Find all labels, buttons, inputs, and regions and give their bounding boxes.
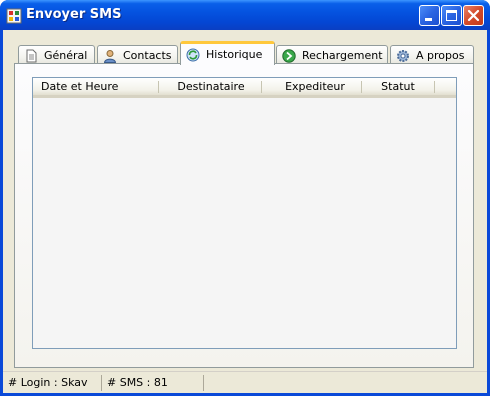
column-header-destinataire[interactable]: Destinataire	[159, 78, 263, 95]
tab-label: Historique	[206, 48, 263, 61]
status-bar: # Login : Skav # SMS : 81	[3, 371, 487, 393]
column-divider[interactable]	[261, 81, 262, 93]
window-title: Envoyer SMS	[26, 7, 122, 22]
status-empty-panel	[206, 375, 487, 391]
user-icon	[103, 49, 117, 63]
tab-general[interactable]: Général	[18, 45, 95, 65]
column-divider[interactable]	[434, 81, 435, 93]
document-icon	[26, 49, 37, 62]
column-header-statut[interactable]: Statut	[363, 78, 433, 95]
maximize-icon	[446, 10, 457, 21]
status-login: # Login : Skav	[5, 375, 102, 391]
close-icon	[467, 9, 480, 22]
history-list[interactable]: Date et Heure Destinataire Expediteur St…	[32, 77, 457, 349]
tab-contacts[interactable]: Contacts	[97, 45, 178, 65]
tab-panel-historique: Date et Heure Destinataire Expediteur St…	[14, 63, 474, 368]
tab-label: Contacts	[123, 49, 172, 62]
window-client-area: Général Contacts Historique Rechargement…	[3, 30, 487, 393]
history-list-header: Date et Heure Destinataire Expediteur St…	[33, 78, 456, 98]
app-icon	[6, 8, 22, 24]
tab-label: Général	[44, 49, 88, 62]
column-header-date[interactable]: Date et Heure	[37, 78, 157, 95]
minimize-button[interactable]	[419, 5, 440, 26]
tab-label: A propos	[416, 49, 465, 62]
gear-icon	[397, 49, 409, 62]
tab-strip: Général Contacts Historique Rechargement…	[18, 41, 478, 65]
recharge-icon	[282, 48, 296, 63]
app-window: Envoyer SMS Général Contacts Historique …	[0, 0, 490, 396]
maximize-button[interactable]	[441, 5, 462, 26]
tab-historique[interactable]: Historique	[180, 41, 275, 65]
refresh-icon	[186, 48, 200, 61]
title-bar[interactable]: Envoyer SMS	[0, 0, 490, 30]
column-divider[interactable]	[361, 81, 362, 93]
tab-apropos[interactable]: A propos	[390, 45, 474, 65]
close-button[interactable]	[463, 5, 484, 26]
tab-rechargement[interactable]: Rechargement	[276, 45, 388, 65]
tab-label: Rechargement	[302, 49, 383, 62]
status-sms-count: # SMS : 81	[104, 375, 204, 391]
column-header-expediteur[interactable]: Expediteur	[263, 78, 367, 95]
minimize-icon	[425, 18, 432, 21]
